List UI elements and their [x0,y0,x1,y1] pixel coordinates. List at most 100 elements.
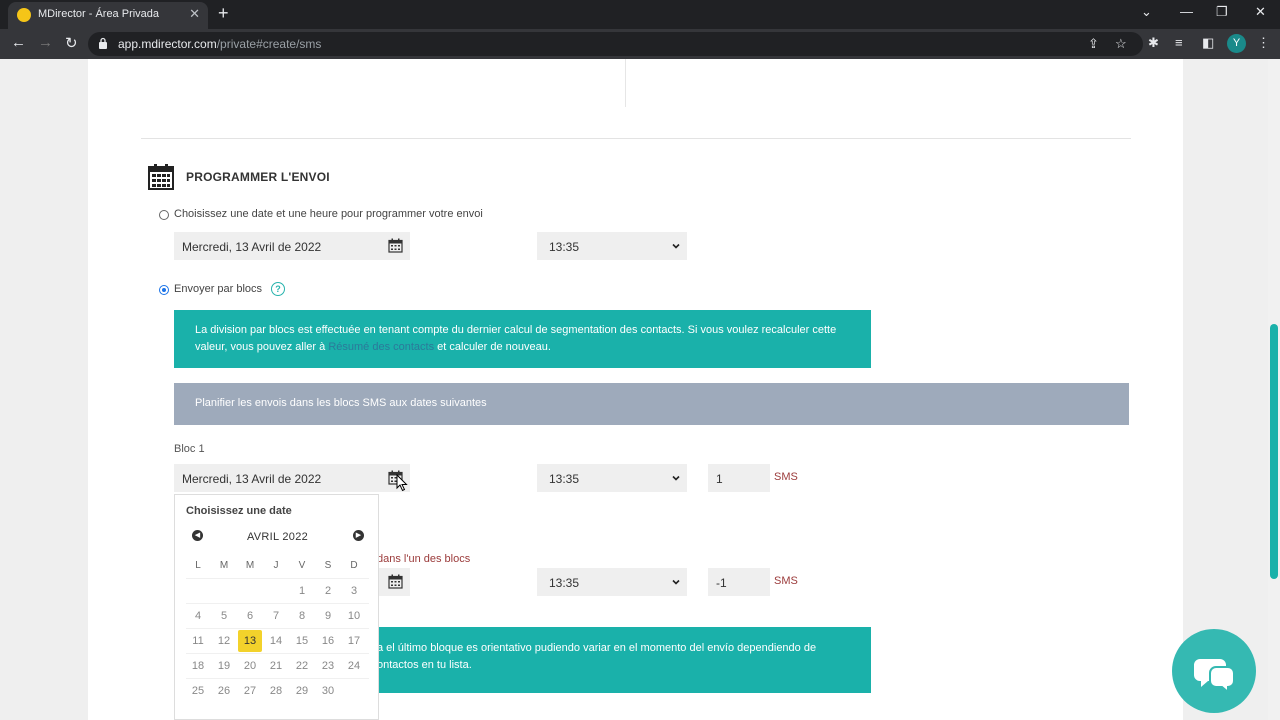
url-text: app.mdirector.com/private#create/sms [118,37,321,51]
datepicker-row-divider [186,578,369,579]
contacts-summary-link[interactable]: Résumé des contacts [328,341,434,353]
bloc-1-unit: SMS [774,471,798,483]
datepicker-popup: Choisissez une date ◀ AVRIL 2022 ▶ LMMJV… [174,494,379,720]
mouse-pointer-icon [396,474,408,492]
blocks-info-text-end: et calculer de nouveau. [434,341,551,353]
weekday-header: D [350,560,358,571]
datepicker-day[interactable]: 12 [212,630,236,652]
schedule-time-select[interactable]: 13:35 [537,232,687,260]
reload-icon[interactable]: ↻ [65,34,78,52]
schedule-time-value: 13:35 [549,240,580,254]
back-icon[interactable]: ← [11,34,26,51]
profile-avatar[interactable]: Y [1227,34,1246,53]
datepicker-day[interactable]: 26 [212,680,236,702]
datepicker-day[interactable]: 15 [290,630,314,652]
datepicker-day[interactable]: 29 [290,680,314,702]
datepicker-day[interactable]: 4 [186,605,210,627]
datepicker-day[interactable]: 3 [342,580,366,602]
forward-icon[interactable]: → [38,34,53,51]
datepicker-day[interactable]: 2 [316,580,340,602]
bookmark-star-icon[interactable]: ☆ [1115,36,1127,52]
weekday-header: J [273,560,279,571]
datepicker-day[interactable]: 7 [264,605,288,627]
datepicker-day[interactable]: 21 [264,655,288,677]
blocks-note-line-1: a el último bloque es orientativo pudien… [377,642,817,654]
bloc-1-time-value: 13:35 [549,472,580,486]
datepicker-row-divider [186,628,369,629]
datepicker-day[interactable]: 20 [238,655,262,677]
blocks-info-box: La division par blocs est effectuée en t… [174,310,871,368]
datepicker-day[interactable]: 8 [290,605,314,627]
extensions-icon[interactable]: ✱ [1148,35,1159,51]
datepicker-day[interactable]: 19 [212,655,236,677]
bloc-1-date-value: Mercredi, 13 Avril de 2022 [182,472,322,486]
weekday-header: L [195,560,201,571]
schedule-date-value: Mercredi, 13 Avril de 2022 [182,240,322,254]
schedule-date-field[interactable]: Mercredi, 13 Avril de 2022 [174,232,410,260]
weekday-header: S [324,560,332,571]
datepicker-day[interactable]: 18 [186,655,210,677]
scrollbar-thumb[interactable] [1270,324,1278,579]
mdirector-favicon-icon [17,8,31,22]
datepicker-day[interactable]: 1 [290,580,314,602]
datepicker-day[interactable]: 27 [238,680,262,702]
minimize-icon[interactable]: — [1180,4,1193,19]
datepicker-day[interactable]: 16 [316,630,340,652]
plan-blocks-text: Planifier les envois dans les blocs SMS … [195,397,487,409]
lock-icon [99,37,107,49]
datepicker-day[interactable]: 25 [186,680,210,702]
divider [141,138,1131,139]
help-icon[interactable]: ? [271,282,285,296]
calendar-icon [148,164,174,190]
bloc-1-date-field[interactable]: Mercredi, 13 Avril de 2022 [174,464,410,492]
page-scrollbar[interactable] [1268,59,1280,720]
datepicker-day[interactable]: 30 [316,680,340,702]
section-title: PROGRAMMER L'ENVOI [186,170,330,184]
weekday-header: M [245,560,255,571]
calendar-icon[interactable] [388,574,403,589]
close-window-icon[interactable]: ✕ [1255,4,1266,20]
chat-button[interactable] [1172,629,1256,713]
datepicker-row-divider [186,603,369,604]
bloc-1-time-select[interactable]: 13:35 [537,464,687,492]
new-tab-icon[interactable]: + [218,3,229,24]
datepicker-day[interactable]: 5 [212,605,236,627]
bloc-2-time-select[interactable]: 13:35 [537,568,687,596]
browser-menu-icon[interactable]: ⋮ [1257,35,1270,51]
bloc-1-count-input[interactable]: 1 [708,464,770,492]
reading-list-icon[interactable]: ≡ [1175,35,1183,50]
restore-icon[interactable]: ❐ [1216,4,1228,20]
datepicker-row-divider [186,653,369,654]
datepicker-day[interactable]: 24 [342,655,366,677]
chat-bubbles-icon [1194,659,1235,695]
url-path: /private#create/sms [216,37,322,51]
chevron-down-icon [672,475,680,481]
bloc-2-time-value: 13:35 [549,576,580,590]
datepicker-day[interactable]: 14 [264,630,288,652]
address-bar[interactable]: app.mdirector.com/private#create/sms ⇪ ☆ [88,32,1143,56]
browser-tab[interactable]: MDirector - Área Privada ✕ [8,2,208,29]
datepicker-day-selected[interactable]: 13 [238,630,262,652]
schedule-date-radio[interactable] [159,210,169,220]
send-by-blocks-radio[interactable] [159,285,169,295]
browser-tab-strip: MDirector - Área Privada ✕ + ⌄ — ❐ ✕ [0,0,1280,29]
datepicker-day[interactable]: 28 [264,680,288,702]
datepicker-day[interactable]: 22 [290,655,314,677]
send-by-blocks-label: Envoyer par blocs [174,283,263,295]
bloc-2-count-input[interactable]: -1 [708,568,770,596]
datepicker-day[interactable]: 23 [316,655,340,677]
datepicker-day[interactable]: 9 [316,605,340,627]
tab-title: MDirector - Área Privada [38,8,160,20]
datepicker-day[interactable]: 10 [342,605,366,627]
weekday-header: M [219,560,229,571]
side-panel-icon[interactable]: ◧ [1202,35,1214,51]
datepicker-day[interactable]: 6 [238,605,262,627]
next-month-icon[interactable]: ▶ [353,530,364,541]
datepicker-day[interactable]: 11 [186,630,210,652]
close-tab-icon[interactable]: ✕ [189,6,200,22]
datepicker-title: Choisissez une date [186,505,292,517]
share-icon[interactable]: ⇪ [1088,36,1099,52]
calendar-icon[interactable] [388,238,403,253]
tab-search-icon[interactable]: ⌄ [1141,4,1152,20]
datepicker-day[interactable]: 17 [342,630,366,652]
